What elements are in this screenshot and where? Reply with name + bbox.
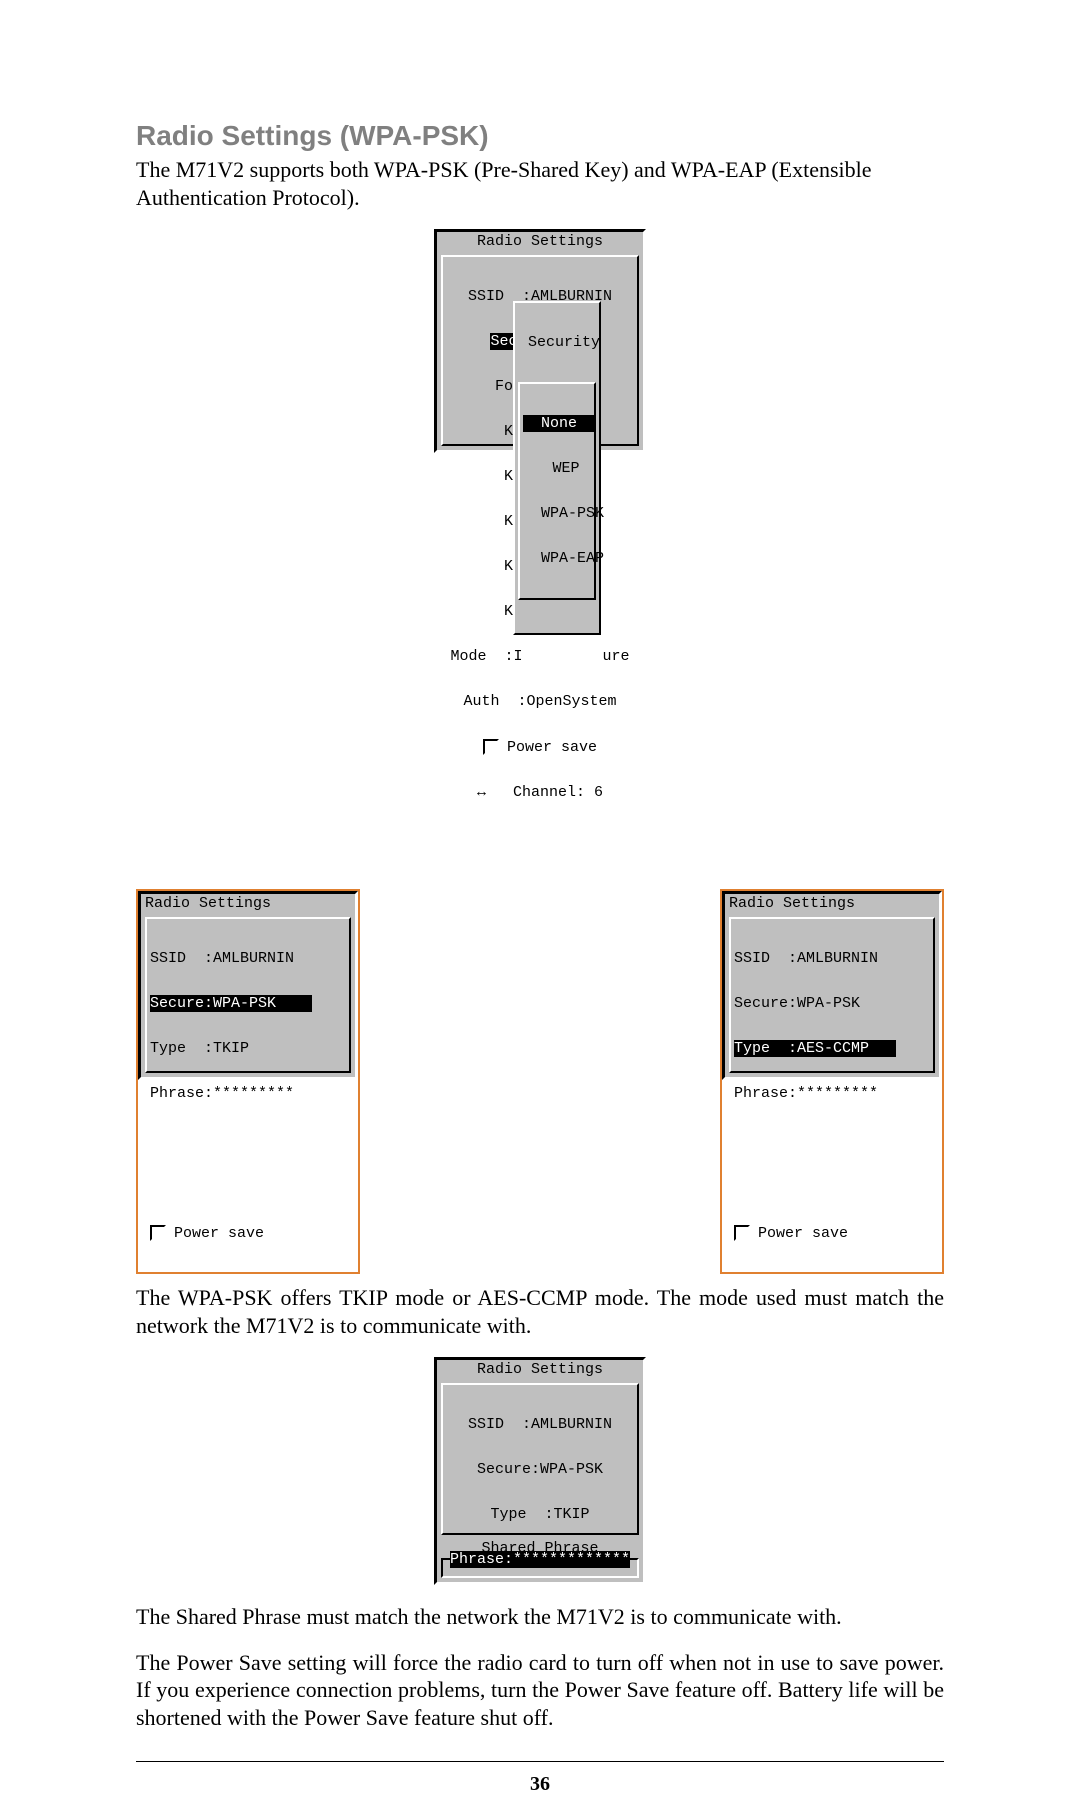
arrow-left-right-icon: ↔ bbox=[477, 784, 495, 801]
paragraph-3: The Shared Phrase must match the network… bbox=[136, 1603, 944, 1631]
screen-title: Radio Settings bbox=[141, 894, 355, 917]
screen-wpa-psk-aes: Radio Settings SSID :AMLBURNIN Secure:WP… bbox=[722, 891, 942, 1080]
screen-title: Radio Settings bbox=[437, 1360, 643, 1383]
paragraph-4: The Power Save setting will force the ra… bbox=[136, 1649, 944, 1732]
row-power-save[interactable]: Power save bbox=[446, 739, 634, 755]
checkbox-icon[interactable] bbox=[483, 739, 499, 755]
row-ssid: SSID :AMLBURNIN bbox=[734, 951, 930, 966]
row-auth: Auth :OpenSystem bbox=[446, 694, 634, 709]
page-heading: Radio Settings (WPA-PSK) bbox=[136, 120, 944, 152]
row-power-save[interactable]: Power save bbox=[150, 1225, 346, 1241]
security-popup[interactable]: Security None WEP WPA-PSK WPA-EAP bbox=[513, 301, 601, 635]
row-power-save[interactable]: Power save bbox=[734, 1225, 930, 1241]
row-secure: Secure:WPA-PSK bbox=[734, 996, 930, 1011]
screen-shared-phrase: Radio Settings SSID :AMLBURNIN Secure:WP… bbox=[434, 1357, 646, 1585]
popup-item-wpa-psk[interactable]: WPA-PSK bbox=[523, 506, 591, 521]
popup-item-wpa-eap[interactable]: WPA-EAP bbox=[523, 551, 591, 566]
row-type[interactable]: Type :TKIP bbox=[150, 1041, 346, 1056]
row-ssid: SSID :AMLBURNIN bbox=[446, 1417, 634, 1432]
row-phrase[interactable]: Phrase:********* bbox=[150, 1086, 346, 1101]
screen-radio-security-popup: Radio Settings SSID :AMLBURNIN Secure:No… bbox=[434, 229, 646, 453]
row-type[interactable]: Type :AES-CCMP bbox=[734, 1041, 930, 1056]
paragraph-1: The M71V2 supports both WPA-PSK (Pre-Sha… bbox=[136, 156, 944, 211]
row-mode: Mode :Iure bbox=[446, 649, 634, 664]
row-secure: Secure:WPA-PSK bbox=[446, 1462, 634, 1477]
checkbox-icon[interactable] bbox=[150, 1225, 166, 1241]
row-ssid: SSID :AMLBURNIN bbox=[150, 951, 346, 966]
row-phrase[interactable]: Phrase:********* bbox=[734, 1086, 930, 1101]
screen-wpa-psk-tkip: Radio Settings SSID :AMLBURNIN Secure:WP… bbox=[138, 891, 358, 1080]
popup-item-none[interactable]: None bbox=[523, 416, 591, 431]
highlight-box-right: Radio Settings SSID :AMLBURNIN Secure:WP… bbox=[720, 889, 944, 1274]
highlight-box-left: Radio Settings SSID :AMLBURNIN Secure:WP… bbox=[136, 889, 360, 1274]
row-channel[interactable]: ↔ Channel: 6 bbox=[446, 785, 634, 800]
screen-title: Radio Settings bbox=[437, 232, 643, 255]
footer-rule bbox=[136, 1761, 944, 1762]
row-phrase[interactable]: Phrase:************* bbox=[446, 1552, 634, 1567]
popup-item-wep[interactable]: WEP bbox=[523, 461, 591, 476]
row-secure[interactable]: Secure:WPA-PSK bbox=[150, 996, 346, 1011]
screen-title: Radio Settings bbox=[725, 894, 939, 917]
row-type: Type :TKIP bbox=[446, 1507, 634, 1522]
paragraph-2: The WPA-PSK offers TKIP mode or AES-CCMP… bbox=[136, 1284, 944, 1339]
page-number: 36 bbox=[136, 1772, 944, 1797]
checkbox-icon[interactable] bbox=[734, 1225, 750, 1241]
popup-title: Security bbox=[515, 333, 599, 352]
